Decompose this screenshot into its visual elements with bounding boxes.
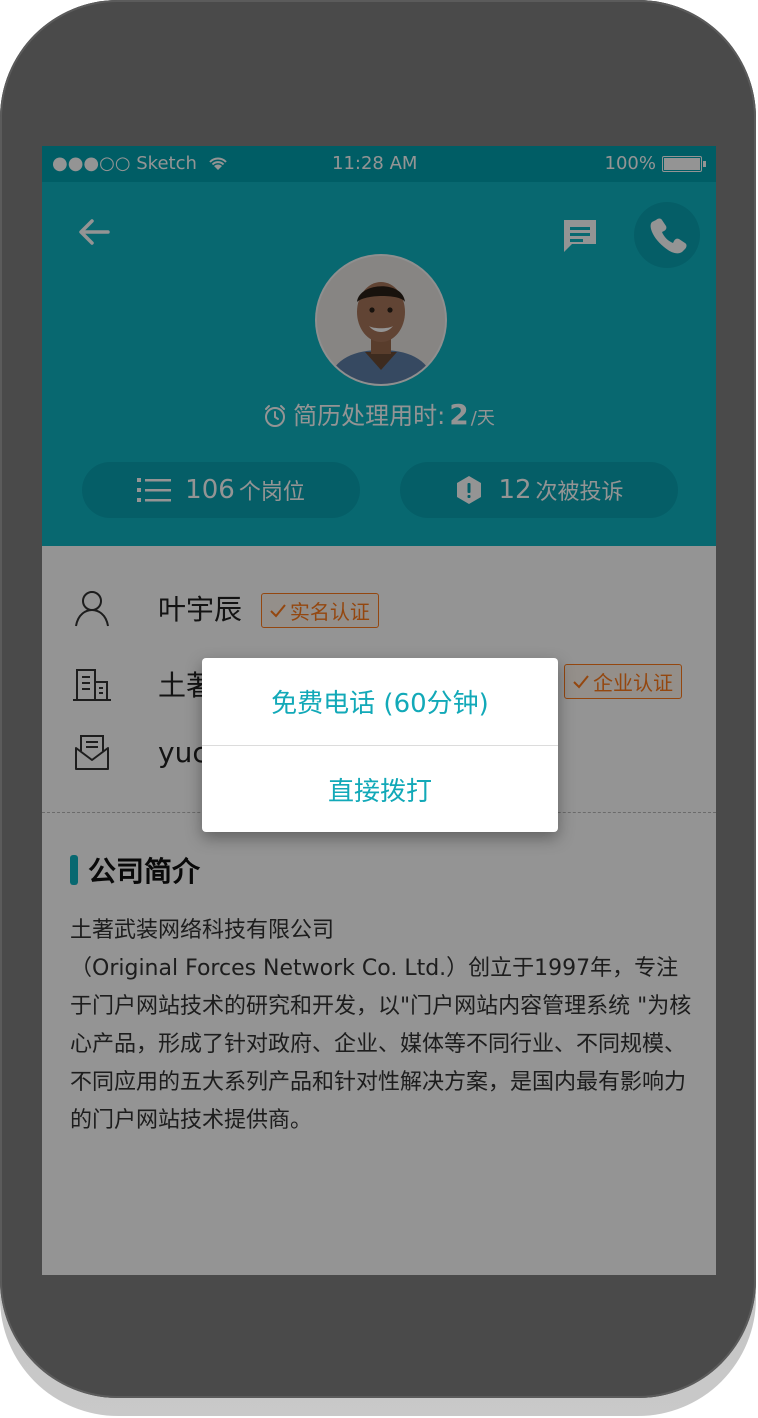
call-options-dialog: 免费电话 (60分钟) 直接拨打: [202, 658, 558, 832]
free-call-option[interactable]: 免费电话 (60分钟): [202, 658, 558, 745]
phone-frame: ●●●○○ Sketch 11:28 AM 100% 简历处理用时: 2 /天 …: [0, 0, 756, 1398]
direct-call-option[interactable]: 直接拨打: [202, 746, 558, 833]
app-screen: ●●●○○ Sketch 11:28 AM 100% 简历处理用时: 2 /天 …: [42, 146, 716, 1275]
